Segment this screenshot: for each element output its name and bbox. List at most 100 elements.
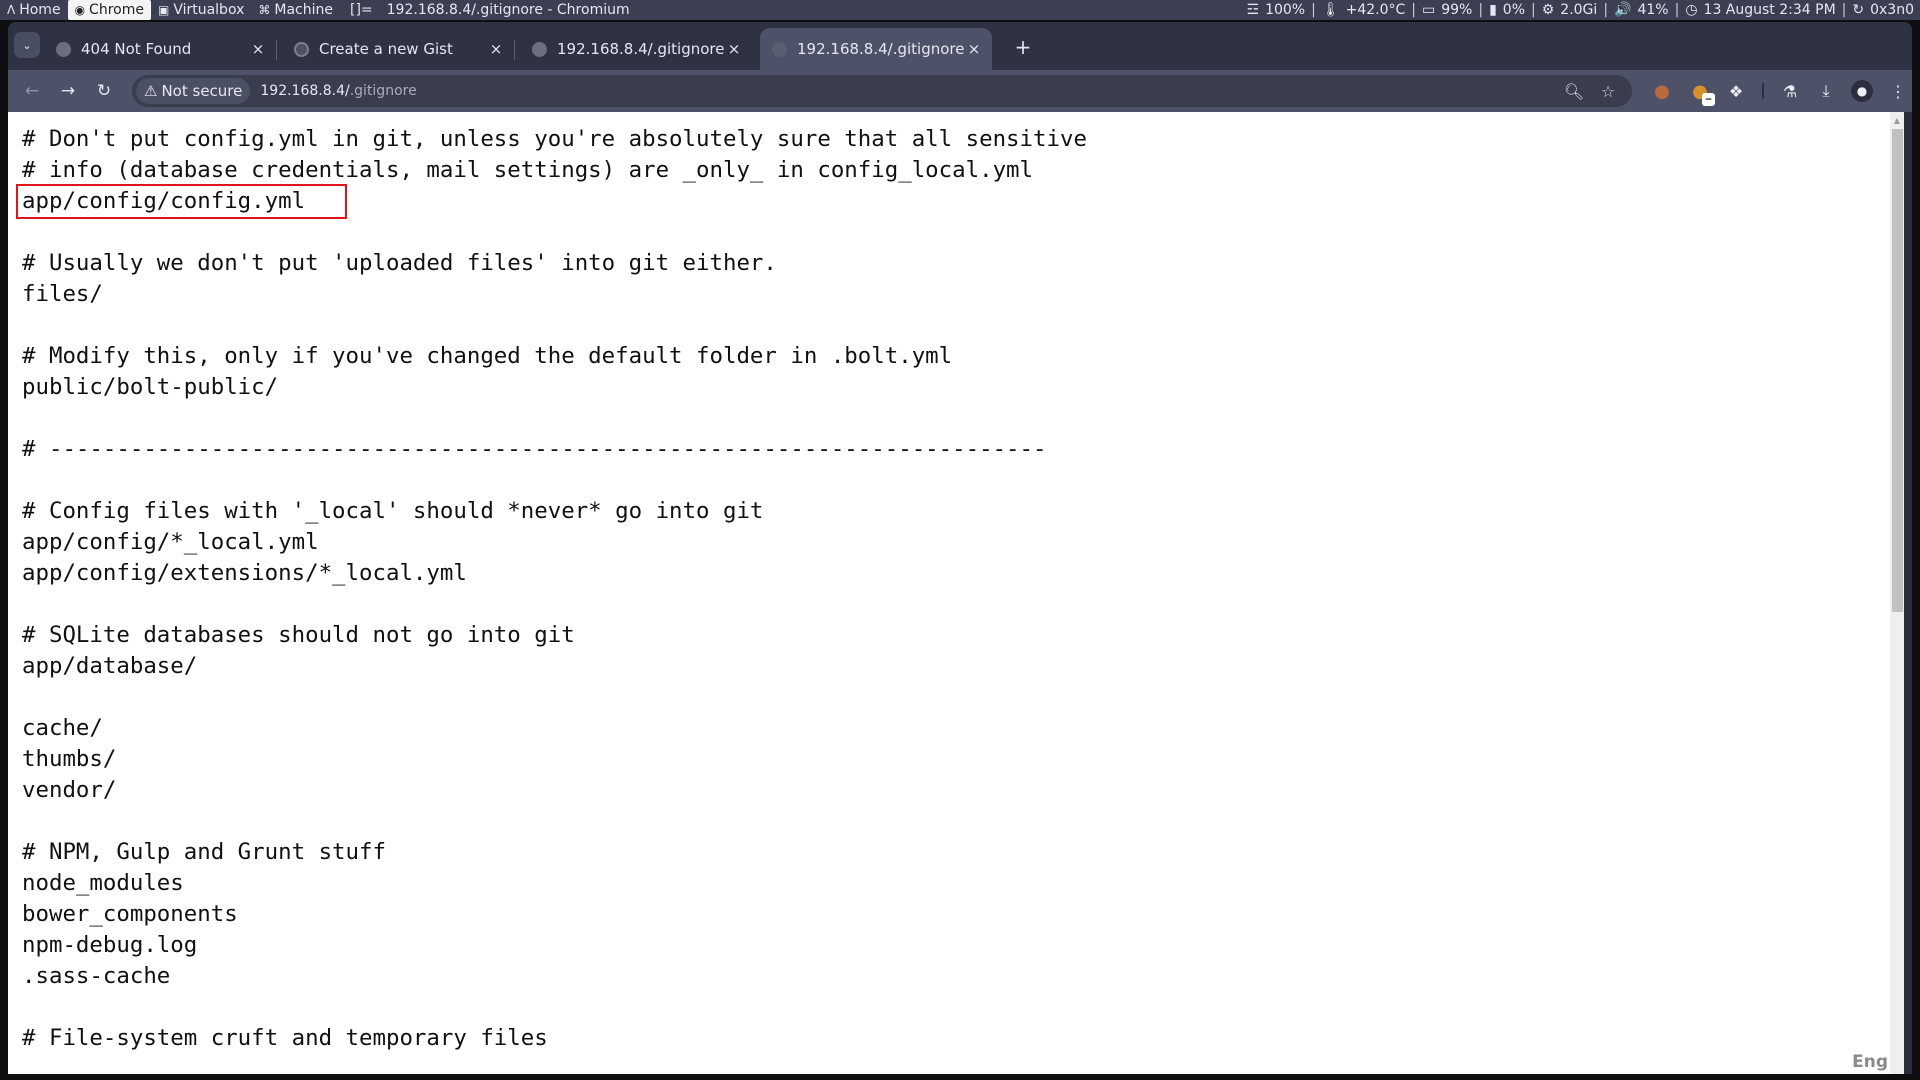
text-line	[22, 806, 1087, 837]
extensions-puzzle-icon[interactable]: ❖	[1724, 79, 1748, 103]
text-line	[22, 403, 1087, 434]
workspace-label: Home	[19, 2, 61, 18]
line-text: app/config/*_local.yml	[22, 529, 319, 555]
line-text: node_modules	[22, 870, 184, 896]
profile-avatar-icon[interactable]: ●	[1851, 80, 1873, 102]
github-icon	[294, 41, 309, 57]
line-text: public/bolt-public/	[22, 374, 279, 400]
address-bar[interactable]: ⚠ Not secure 192.168.8.4/.gitignore 🔍︎ ☆	[132, 75, 1632, 107]
page-content: # Don't put config.yml in git, unless yo…	[8, 112, 1890, 1074]
tab-search-button[interactable]: ⌄	[14, 32, 40, 58]
tab-title: 404 Not Found	[81, 40, 192, 58]
battery-level: 99%	[1441, 2, 1473, 18]
tab-create-gist[interactable]: Create a new Gist ×	[282, 28, 515, 70]
arch-icon: Λ	[7, 3, 16, 17]
text-line	[22, 465, 1087, 496]
downloads-icon[interactable]: ⤓	[1814, 79, 1838, 103]
separator: |	[1603, 2, 1609, 18]
text-line	[22, 217, 1087, 248]
separator: |	[1674, 2, 1680, 18]
line-text: npm-debug.log	[22, 932, 198, 958]
thermometer-icon: 🌡	[1321, 2, 1340, 18]
text-line: public/bolt-public/	[22, 372, 1087, 403]
zoom-icon[interactable]: 🔍︎	[1562, 79, 1586, 103]
line-text: app/config/extensions/*_local.yml	[22, 560, 467, 586]
line-text: # info (database credentials, mail setti…	[22, 157, 1034, 183]
line-text: app/database/	[22, 653, 198, 679]
line-text: bower_components	[22, 901, 238, 927]
text-line: app/config/*_local.yml	[22, 527, 1087, 558]
url-path: .gitignore	[349, 83, 417, 99]
cookie-extension-icon[interactable]: ●	[1650, 79, 1674, 103]
date-time: 13 August 2:34 PM	[1703, 2, 1836, 18]
speaker-icon[interactable]: 🔊	[1614, 2, 1631, 18]
security-chip[interactable]: ⚠ Not secure	[136, 78, 251, 104]
tab-strip: ⌄ 404 Not Found × Create a new Gist × 19…	[8, 22, 1912, 70]
workspace-label: Machine	[274, 2, 333, 18]
text-line: app/database/	[22, 651, 1087, 682]
reload-button[interactable]: ↻	[92, 79, 116, 103]
labs-flask-icon[interactable]: ⚗	[1778, 79, 1802, 103]
text-line: # Modify this, only if you've changed th…	[22, 341, 1087, 372]
close-tab-icon[interactable]: ×	[248, 40, 268, 58]
text-line: # Config files with '_local' should *nev…	[22, 496, 1087, 527]
new-tab-button[interactable]: +	[1010, 34, 1036, 60]
line-text: # NPM, Gulp and Grunt stuff	[22, 839, 386, 865]
cookie-editor-extension-icon[interactable]: ● −	[1688, 79, 1715, 106]
close-tab-icon[interactable]: ×	[724, 40, 744, 58]
warning-triangle-icon: ⚠	[144, 82, 158, 100]
workspace-home[interactable]: Λ Home	[0, 0, 68, 20]
text-line: app/config/config.yml	[15, 184, 1087, 219]
workspace-machine[interactable]: ⌘ Machine	[251, 0, 340, 20]
tab-gitignore[interactable]: 192.168.8.4/.gitignore ×	[520, 28, 752, 70]
memory-chip-icon: ⚙	[1541, 2, 1555, 18]
workspace-label: Chrome	[89, 2, 144, 18]
globe-icon	[56, 41, 71, 57]
text-line: thumbs/	[22, 744, 1087, 775]
scrollbar-thumb[interactable]	[1892, 129, 1903, 612]
separator: |	[1841, 2, 1847, 18]
bookmark-star-icon[interactable]: ☆	[1596, 79, 1620, 103]
close-tab-icon[interactable]: ×	[486, 40, 506, 58]
vertical-scrollbar[interactable]: ▲	[1890, 112, 1904, 1074]
separator: |	[1311, 2, 1316, 18]
line-text: # Config files with '_local' should *nev…	[22, 498, 764, 524]
user-icon: ↻	[1852, 2, 1865, 18]
scroll-up-arrow-icon[interactable]: ▲	[1892, 116, 1902, 126]
tab-title: 192.168.8.4/.gitignore	[797, 40, 964, 58]
tab-gitignore-active[interactable]: 192.168.8.4/.gitignore ×	[760, 28, 992, 70]
volume-level[interactable]: 41%	[1637, 2, 1668, 18]
text-line: # File-system cruft and temporary files	[22, 1023, 1087, 1054]
url-host: 192.168.8.4/	[260, 83, 350, 99]
security-label: Not secure	[161, 82, 243, 100]
workspace-virtualbox[interactable]: ▣ Virtualbox	[151, 0, 251, 20]
tab-divider	[276, 40, 277, 60]
text-line: bower_components	[22, 899, 1087, 930]
gitignore-text: # Don't put config.yml in git, unless yo…	[15, 124, 1087, 1054]
text-line	[22, 310, 1087, 341]
back-button[interactable]: ←	[20, 79, 44, 103]
layout-indicator[interactable]: []=	[350, 2, 373, 18]
line-text: # Modify this, only if you've changed th…	[22, 343, 953, 369]
workspace-chrome[interactable]: ◉ Chrome	[67, 0, 151, 20]
close-tab-icon[interactable]: ×	[964, 40, 984, 58]
mouse-icon: ▮	[1489, 2, 1497, 18]
separator: |	[1478, 2, 1484, 18]
url-text[interactable]: 192.168.8.4/.gitignore	[260, 83, 416, 99]
separator: |	[1411, 2, 1416, 18]
menu-kebab-icon[interactable]: ⋮	[1886, 79, 1910, 103]
chevron-down-icon: ⌄	[22, 38, 32, 52]
line-text: # --------------------------------------…	[22, 436, 1047, 462]
system-status-bar: Λ Home ◉ Chrome ▣ Virtualbox ⌘ Machine […	[0, 0, 1920, 20]
toolbar-divider	[1762, 83, 1764, 99]
tab-404-not-found[interactable]: 404 Not Found ×	[44, 28, 277, 70]
line-text: vendor/	[22, 777, 117, 803]
line-text: # SQLite databases should not go into gi…	[22, 622, 575, 648]
cpu-usage: 0%	[1502, 2, 1526, 18]
line-text: # File-system cruft and temporary files	[22, 1025, 548, 1051]
text-line: # SQLite databases should not go into gi…	[22, 620, 1087, 651]
text-line: npm-debug.log	[22, 930, 1087, 961]
text-line: # info (database credentials, mail setti…	[22, 155, 1087, 186]
memory-usage: 2.0Gi	[1560, 2, 1598, 18]
forward-button[interactable]: →	[56, 79, 80, 103]
